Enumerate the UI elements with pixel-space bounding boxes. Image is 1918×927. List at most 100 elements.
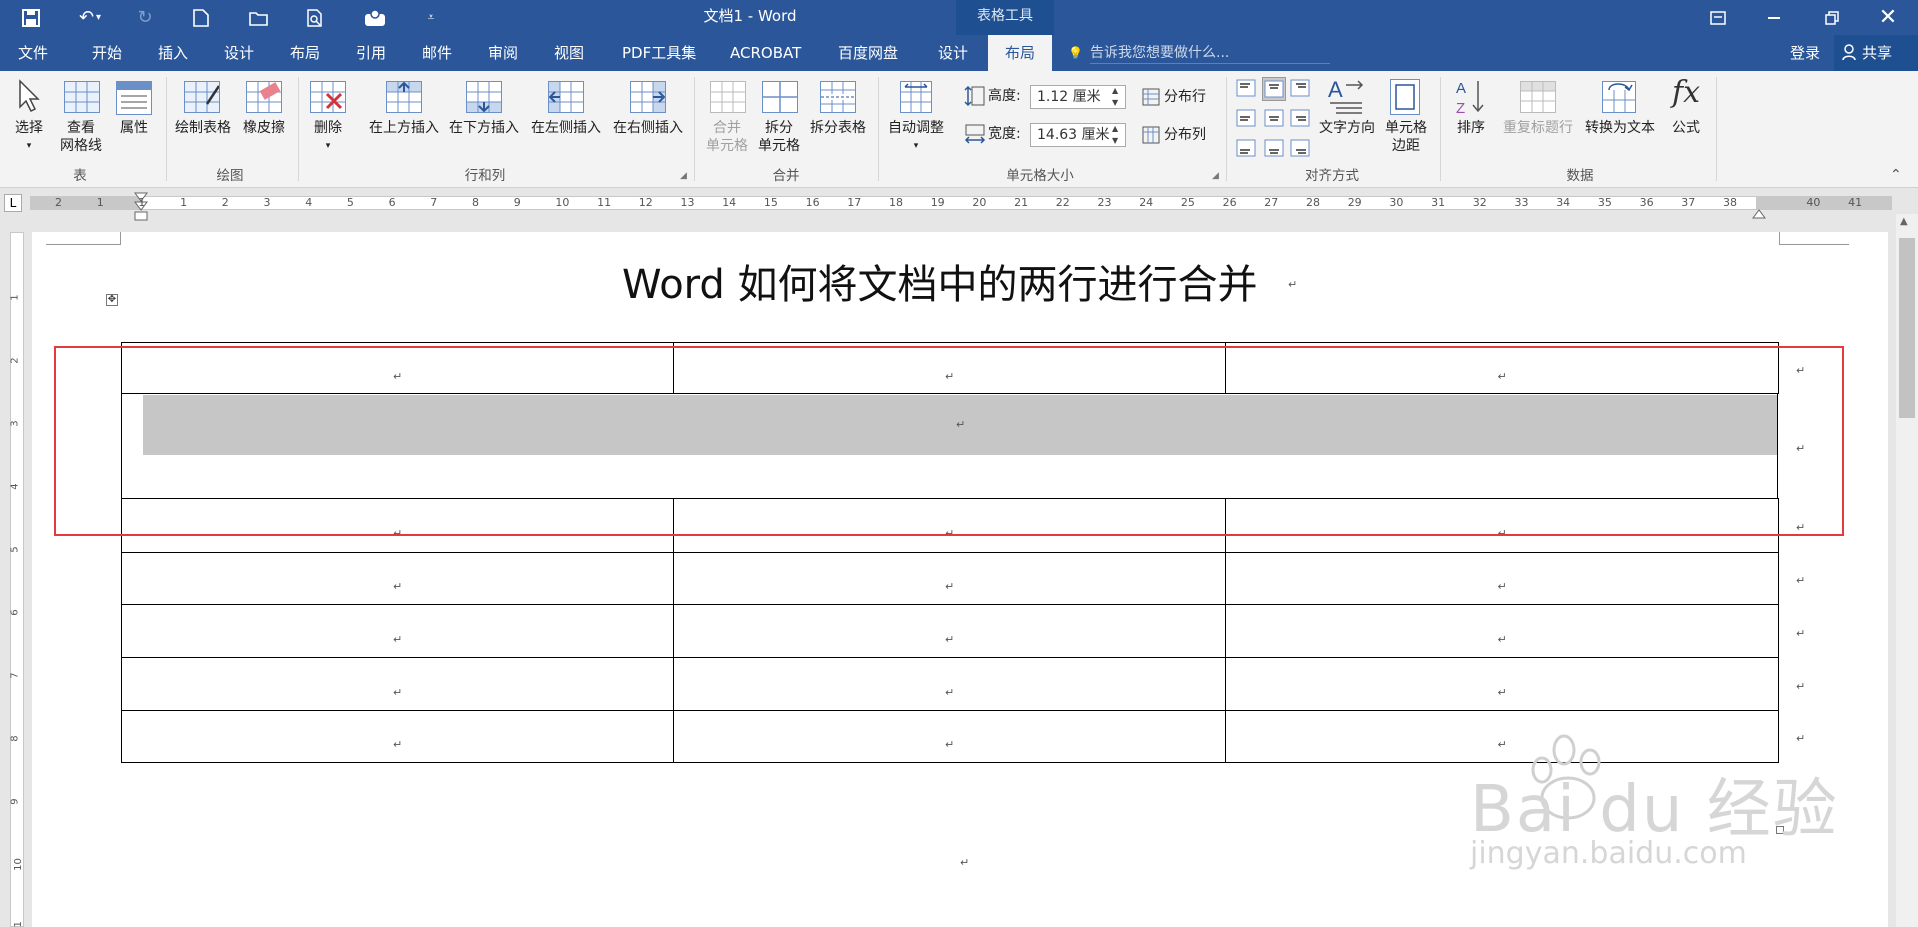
tab-references[interactable]: 引用 [352, 35, 390, 71]
tab-view[interactable]: 视图 [550, 35, 588, 71]
touch-mode-icon[interactable] [356, 0, 394, 35]
new-document-icon[interactable] [182, 0, 220, 35]
insert-below-button[interactable]: 在下方插入 [446, 119, 522, 137]
print-preview-icon[interactable] [296, 0, 334, 35]
vruler-number: 6 [9, 609, 21, 616]
repeat-header-button[interactable]: 重复标题行 [1498, 119, 1578, 137]
share-button[interactable]: 共享 [1834, 35, 1918, 71]
align-top-left-icon[interactable] [1236, 79, 1256, 99]
minimize-icon[interactable] [1752, 0, 1796, 35]
table-cell[interactable] [673, 604, 1226, 658]
autofit-dropdown-icon[interactable]: ▾ [884, 137, 948, 155]
properties-button[interactable]: 属性 [114, 119, 154, 137]
ruler-number: 23 [1097, 196, 1112, 209]
draw-table-button[interactable]: 绘制表格 [172, 119, 234, 137]
split-table-button[interactable]: 拆分表格 [806, 119, 870, 137]
height-label: 高度: [988, 88, 1021, 104]
convert-to-text-icon [1602, 81, 1636, 113]
table-cell[interactable] [121, 552, 674, 605]
distribute-rows-button[interactable]: 分布行 [1164, 88, 1206, 106]
row-height-spinner[interactable]: ▲ ▼ [1112, 85, 1118, 109]
view-gridlines-button[interactable]: 查看 网格线 [56, 119, 106, 155]
table-cell[interactable] [673, 552, 1226, 605]
align-middle-left-icon[interactable] [1236, 109, 1256, 131]
delete-button[interactable]: 删除 [306, 119, 350, 137]
dialog-launcher-icon[interactable]: ◢ [1212, 171, 1219, 181]
tab-home[interactable]: 开始 [88, 35, 126, 71]
table-cell[interactable] [1225, 604, 1779, 658]
eraser-button[interactable]: 橡皮擦 [240, 119, 288, 137]
align-middle-center-icon[interactable] [1264, 109, 1284, 131]
ruler-number: 36 [1639, 196, 1654, 209]
ruler-number: 25 [1180, 196, 1195, 209]
tab-acrobat[interactable]: ACROBAT [726, 35, 805, 71]
delete-dropdown-icon[interactable]: ▾ [306, 137, 350, 155]
tab-table-design[interactable]: 设计 [934, 35, 972, 71]
tab-pdf-tools[interactable]: PDF工具集 [618, 35, 700, 71]
table-cell[interactable] [1225, 657, 1779, 711]
align-top-right-icon[interactable] [1290, 79, 1310, 99]
align-top-center-icon[interactable] [1262, 77, 1286, 101]
table-cell[interactable] [121, 710, 674, 763]
ribbon: 选择 ▾ 查看 网格线 属性 表 绘制表格 橡皮擦 绘图 删除 ▾ 在上方插入 在… [0, 71, 1918, 188]
collapse-ribbon-icon[interactable]: ⌃ [1890, 167, 1902, 183]
delete-table-icon [310, 81, 346, 113]
ruler-number: 4 [305, 196, 313, 209]
align-bottom-left-icon[interactable] [1236, 139, 1256, 161]
table-cell[interactable] [673, 657, 1226, 711]
restore-icon[interactable] [1810, 0, 1854, 35]
tab-layout[interactable]: 布局 [286, 35, 324, 71]
convert-to-text-button[interactable]: 转换为文本 [1580, 119, 1660, 137]
ruler-number: 35 [1597, 196, 1612, 209]
ruler-number: 30 [1389, 196, 1404, 209]
insert-left-button[interactable]: 在左侧插入 [528, 119, 604, 137]
ruler-number: 20 [972, 196, 987, 209]
tab-baidu-netdisk[interactable]: 百度网盘 [834, 35, 902, 71]
open-folder-icon[interactable] [240, 0, 278, 35]
lightbulb-icon: 💡 [1068, 46, 1083, 60]
table-cell[interactable] [121, 604, 674, 658]
sort-button[interactable]: 排序 [1450, 119, 1492, 137]
insert-right-button[interactable]: 在右侧插入 [610, 119, 686, 137]
align-bottom-center-icon[interactable] [1264, 139, 1284, 161]
tab-mailings[interactable]: 邮件 [418, 35, 456, 71]
select-dropdown-icon[interactable]: ▾ [10, 137, 48, 155]
customize-qat-icon[interactable]: ⩡ [412, 0, 450, 35]
cell-mark: ↵ [945, 685, 955, 699]
distribute-cols-button[interactable]: 分布列 [1164, 126, 1206, 144]
insert-above-button[interactable]: 在上方插入 [366, 119, 442, 137]
align-middle-right-icon[interactable] [1290, 109, 1310, 131]
split-cells-button[interactable]: 拆分 单元格 [754, 119, 804, 155]
tab-review[interactable]: 审阅 [484, 35, 522, 71]
autofit-button[interactable]: 自动调整 [884, 119, 948, 137]
tab-file[interactable]: 文件 [14, 35, 52, 71]
align-bottom-right-icon[interactable] [1290, 139, 1310, 161]
save-icon[interactable] [12, 0, 50, 35]
sign-in-link[interactable]: 登录 [1786, 35, 1824, 71]
redo-icon[interactable]: ↻ [126, 0, 164, 35]
tell-me-input[interactable]: 告诉我您想要做什么... [1090, 42, 1330, 64]
select-button[interactable]: 选择 [10, 119, 48, 137]
col-width-spinner[interactable]: ▲ ▼ [1112, 123, 1118, 147]
scrollbar-thumb[interactable] [1899, 238, 1915, 418]
tab-insert[interactable]: 插入 [154, 35, 192, 71]
ribbon-display-icon[interactable] [1698, 0, 1738, 35]
scroll-up-icon[interactable]: ▲ [1900, 216, 1908, 227]
vertical-scrollbar[interactable]: ▲ [1896, 214, 1918, 927]
dialog-launcher-icon[interactable]: ◢ [680, 171, 687, 181]
group-table-label: 表 [73, 168, 87, 184]
ruler-number: 8 [472, 196, 479, 209]
cell-margins-button[interactable]: 单元格 边距 [1380, 119, 1432, 155]
table-cell[interactable] [673, 710, 1226, 763]
merge-cells-button[interactable]: 合并 单元格 [702, 119, 752, 155]
formula-button[interactable]: 公式 [1666, 119, 1706, 137]
text-direction-button[interactable]: 文字方向 [1316, 119, 1378, 137]
close-icon[interactable]: ✕ [1866, 0, 1910, 35]
undo-icon[interactable]: ↶ ▾ [66, 0, 114, 35]
tab-table-layout[interactable]: 布局 [988, 35, 1052, 71]
row-end-mark: ↵ [1796, 574, 1806, 587]
table-cell[interactable] [121, 657, 674, 711]
document-page[interactable]: Word 如何将文档中的两行进行合并 ↵ ✥ ↵ ↵ ↵ ↵ ↵ ↵ ↵ ↵ ↵ ↵ ↵ ↵ ↵ ↵ ↵ ↵ ↵… [32, 232, 1888, 927]
tab-design[interactable]: 设计 [220, 35, 258, 71]
table-cell[interactable] [1225, 552, 1779, 605]
